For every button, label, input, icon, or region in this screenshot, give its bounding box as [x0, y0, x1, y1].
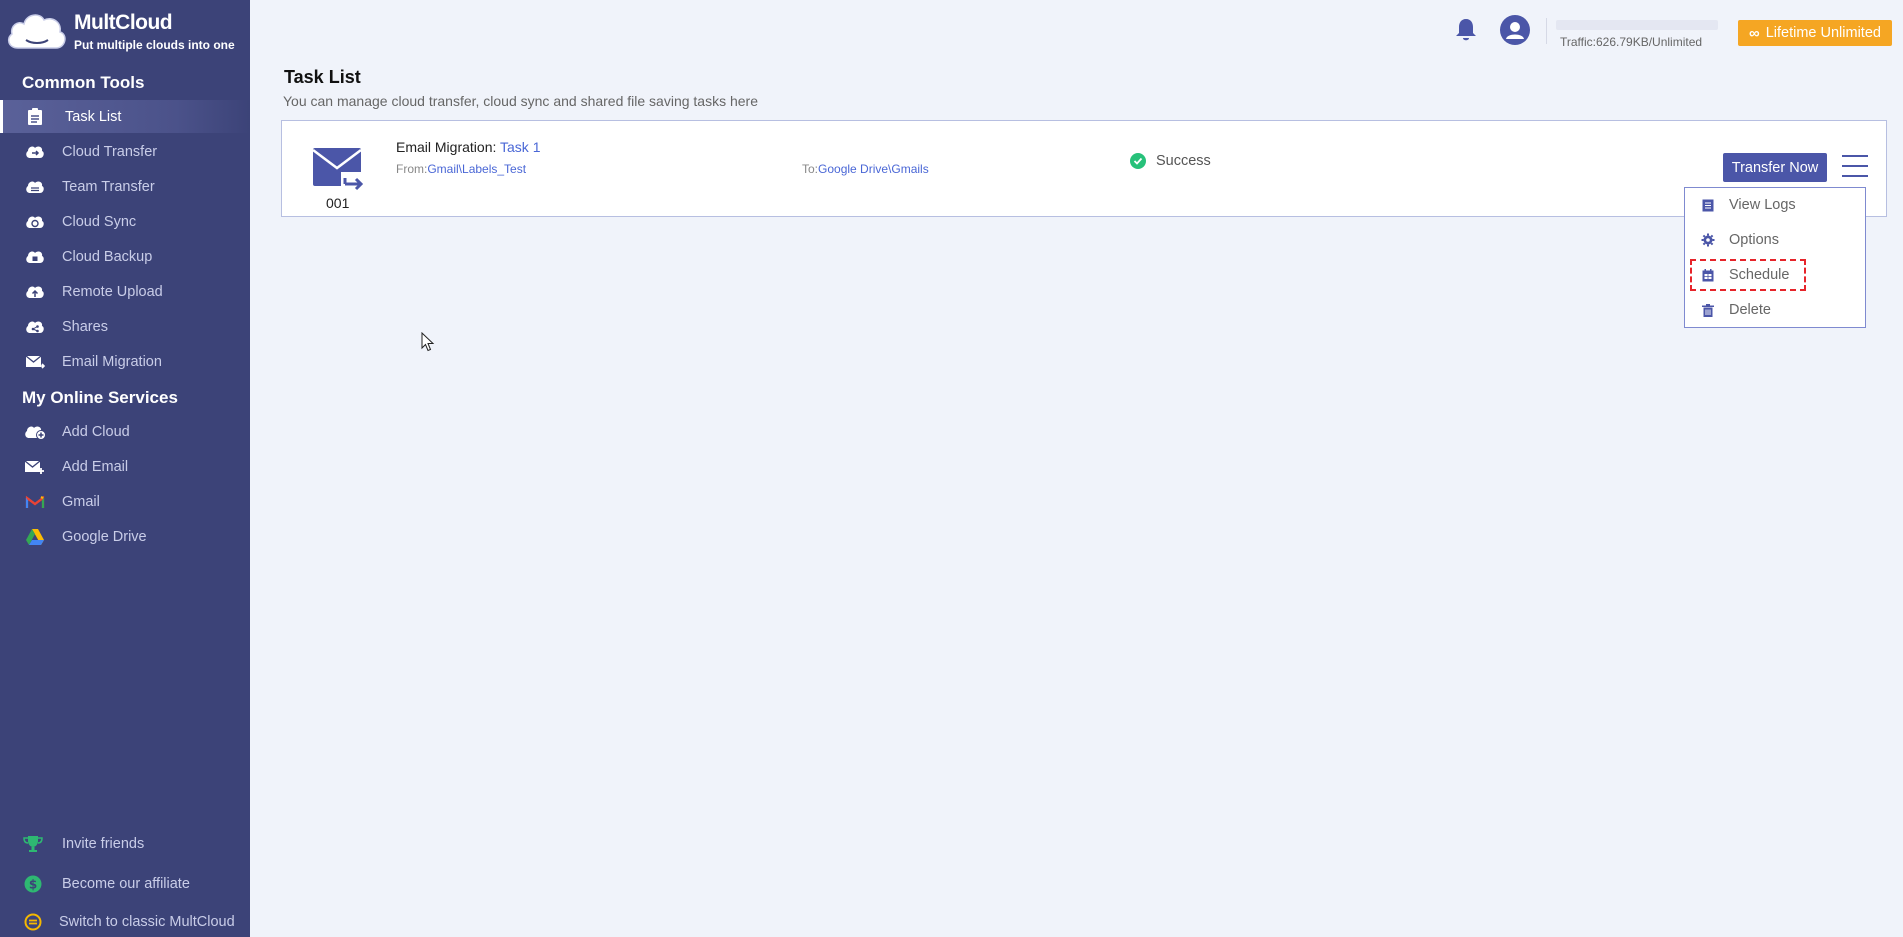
sidebar-item-remote-upload[interactable]: Remote Upload [0, 275, 250, 308]
invite-friends-label: Invite friends [62, 836, 145, 852]
email-migration-task-icon [312, 148, 367, 192]
page-subtitle: You can manage cloud transfer, cloud syn… [283, 93, 758, 109]
sidebar-item-task-list[interactable]: Task List [0, 100, 250, 133]
sidebar-item-email-migration[interactable]: Email Migration [0, 345, 250, 378]
success-check-icon [1130, 153, 1146, 169]
task-source: From:Gmail\Labels_Test [396, 162, 526, 176]
affiliate-label: Become our affiliate [62, 876, 190, 892]
topbar-divider [1546, 18, 1547, 44]
sidebar-item-gmail[interactable]: Gmail [0, 485, 250, 518]
sidebar-item-cloud-backup[interactable]: Cloud Backup [0, 240, 250, 273]
dollar-icon: $ [23, 874, 43, 894]
menu-item-options[interactable]: Options [1685, 225, 1865, 255]
sidebar-item-label: Email Migration [62, 353, 162, 370]
page-title: Task List [284, 67, 361, 87]
cloud-sync-icon [24, 212, 46, 232]
mouse-cursor-icon [421, 332, 435, 352]
sidebar-item-cloud-sync[interactable]: Cloud Sync [0, 205, 250, 238]
traffic-usage-text: Traffic:626.79KB/Unlimited [1560, 35, 1703, 49]
status-label: Success [1156, 153, 1211, 169]
sidebar-item-add-cloud[interactable]: Add Cloud [0, 415, 250, 448]
switch-icon [23, 912, 43, 932]
sidebar-item-label: Remote Upload [62, 283, 163, 300]
sidebar-item-label: Team Transfer [62, 178, 155, 195]
task-menu-icon[interactable] [1842, 155, 1868, 179]
gmail-icon [24, 492, 46, 512]
sidebar-item-label: Shares [62, 318, 108, 335]
app-name: MultCloud [74, 11, 173, 34]
email-migration-icon [24, 352, 46, 372]
trash-icon [1701, 303, 1715, 317]
add-email-icon [24, 457, 46, 477]
lifetime-label: Lifetime Unlimited [1765, 25, 1881, 41]
sidebar-item-shares[interactable]: Shares [0, 310, 250, 343]
task-name-link[interactable]: Task 1 [500, 139, 540, 155]
sidebar-item-label: Add Cloud [62, 423, 130, 440]
lifetime-unlimited-button[interactable]: ∞ Lifetime Unlimited [1738, 20, 1892, 46]
sidebar-item-label: Cloud Backup [62, 248, 153, 265]
trophy-icon [23, 834, 43, 854]
transfer-now-button[interactable]: Transfer Now [1723, 153, 1827, 182]
shares-icon [24, 317, 46, 337]
sidebar-item-label: Cloud Transfer [62, 143, 158, 160]
task-card: 001 Email Migration: Task 1 From:Gmail\L… [281, 120, 1887, 217]
sidebar-item-google-drive[interactable]: Google Drive [0, 520, 250, 553]
menu-item-view-logs[interactable]: View Logs [1685, 190, 1865, 220]
task-title: Email Migration: Task 1 [396, 139, 540, 155]
cloud-transfer-icon [24, 142, 46, 162]
gear-icon [1701, 233, 1715, 247]
task-list-icon [24, 107, 46, 127]
infinity-icon: ∞ [1749, 24, 1760, 42]
logs-icon [1701, 198, 1715, 212]
team-transfer-icon [24, 177, 46, 197]
sidebar-item-add-email[interactable]: Add Email [0, 450, 250, 483]
menu-item-label: Delete [1729, 302, 1771, 318]
task-action-menu: View Logs Options Schedule Delete [1684, 187, 1866, 328]
common-tools-title: Common Tools [22, 73, 145, 92]
task-status: Success [1130, 153, 1211, 169]
user-avatar[interactable] [1500, 15, 1530, 45]
add-cloud-icon [24, 422, 46, 442]
task-destination: To:Google Drive\Gmails [802, 162, 929, 176]
sidebar-item-label: Cloud Sync [62, 213, 137, 230]
from-path-link[interactable]: Gmail\Labels_Test [427, 162, 526, 176]
menu-item-label: View Logs [1729, 197, 1796, 213]
to-path-link[interactable]: Google Drive\Gmails [818, 162, 929, 176]
sidebar-item-cloud-transfer[interactable]: Cloud Transfer [0, 135, 250, 168]
traffic-progress-bar [1556, 20, 1718, 30]
task-number: 001 [326, 195, 350, 211]
cloud-backup-icon [24, 247, 46, 267]
sidebar-item-label: Google Drive [62, 528, 147, 545]
app-tagline: Put multiple clouds into one [74, 38, 235, 52]
to-prefix: To: [802, 162, 819, 176]
affiliate-link[interactable]: $ Become our affiliate [0, 869, 250, 899]
task-type-prefix: Email Migration: [396, 139, 497, 155]
switch-classic-link[interactable]: Switch to classic MultCloud [0, 907, 250, 937]
menu-item-delete[interactable]: Delete [1685, 295, 1865, 325]
multcloud-logo-icon [7, 14, 66, 49]
sidebar-item-team-transfer[interactable]: Team Transfer [0, 170, 250, 203]
sidebar: MultCloud Put multiple clouds into one C… [0, 0, 250, 937]
switch-classic-label: Switch to classic MultCloud [59, 914, 235, 930]
sidebar-item-label: Add Email [62, 458, 129, 475]
notification-bell-icon[interactable] [1454, 17, 1478, 43]
logo[interactable]: MultCloud Put multiple clouds into one [4, 8, 244, 54]
google-drive-icon [24, 527, 46, 547]
schedule-highlight-box [1690, 259, 1806, 291]
remote-upload-icon [24, 282, 46, 302]
my-services-title: My Online Services [22, 388, 178, 407]
from-prefix: From: [396, 162, 428, 176]
sidebar-item-label: Gmail [62, 493, 100, 510]
menu-item-label: Options [1729, 232, 1779, 248]
sidebar-item-label: Task List [65, 108, 122, 125]
user-icon [1506, 22, 1524, 39]
invite-friends-link[interactable]: Invite friends [0, 829, 250, 859]
svg-text:$: $ [29, 878, 37, 892]
